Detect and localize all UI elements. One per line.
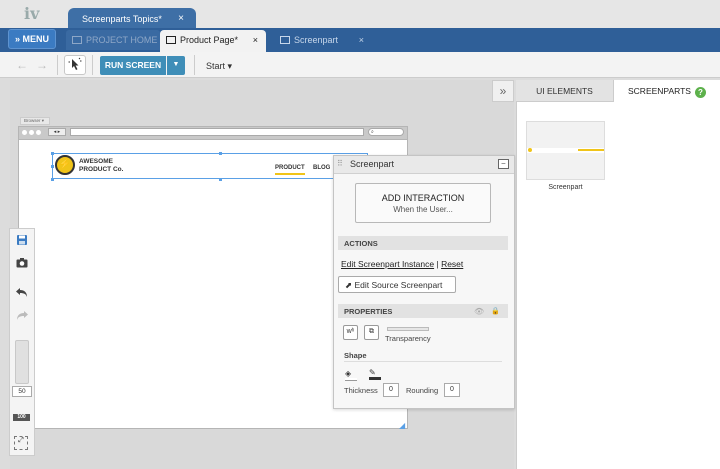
page-icon <box>166 36 176 44</box>
nav-product: PRODUCT <box>275 165 305 175</box>
close-icon[interactable]: × <box>178 13 184 24</box>
divider <box>344 361 502 362</box>
width-height-icon[interactable]: wʰ <box>343 325 358 340</box>
collapse-panel-icon[interactable]: » <box>492 80 514 102</box>
divider <box>57 55 58 75</box>
fit-to-screen-icon[interactable]: ⤢ <box>14 436 28 450</box>
browser-frame-label[interactable]: Browser ▾ <box>20 117 50 125</box>
transparency-label: Transparency <box>385 334 431 343</box>
run-screen-button[interactable]: RUN SCREEN <box>100 56 166 75</box>
reset-link[interactable]: Reset <box>441 259 463 269</box>
project-tab-label: Screenparts Topics* <box>82 14 162 24</box>
tab-project-home[interactable]: PROJECT HOME <box>66 30 160 50</box>
menu-button[interactable]: » MENU <box>8 29 56 49</box>
zoom-100-button[interactable]: 100 <box>13 414 30 421</box>
window-dot-icon <box>36 130 41 135</box>
pointer-select-icon[interactable] <box>64 55 86 75</box>
edit-source-label: Edit Source Screenpart <box>354 280 443 290</box>
thickness-label: Thickness <box>344 386 378 395</box>
thickness-input[interactable]: 0 <box>383 383 399 397</box>
panel-title: Screenpart <box>350 159 395 169</box>
help-icon[interactable]: ? <box>694 87 706 98</box>
brand-name: AWESOME <box>79 158 113 165</box>
minimize-icon[interactable]: – <box>498 159 509 169</box>
window-dot-icon <box>29 130 34 135</box>
thumbnail-label: Screenpart <box>548 184 583 191</box>
tab-screenparts-label: SCREENPARTS <box>628 86 691 96</box>
tab-screenparts[interactable]: SCREENPARTS? <box>614 80 720 102</box>
selection-handle[interactable] <box>219 152 222 155</box>
save-icon[interactable] <box>9 234 35 249</box>
back-arrow-icon[interactable]: ← <box>16 58 28 72</box>
nav-blog: BLOG <box>313 165 331 171</box>
actions-links: Edit Screenpart Instance | Reset <box>341 259 463 269</box>
rounding-label: Rounding <box>406 386 439 395</box>
stroke-color-icon[interactable]: ✎ <box>369 368 381 380</box>
thumbnail-nav-line <box>578 149 604 151</box>
divider <box>92 55 93 75</box>
redo-icon[interactable] <box>9 309 35 324</box>
run-dropdown-icon[interactable]: ▼ <box>167 56 185 75</box>
zoom-slider[interactable] <box>15 340 29 384</box>
drag-grip-icon[interactable]: ⠿ <box>337 159 343 168</box>
actions-heading: ACTIONS <box>338 236 508 250</box>
zoom-value[interactable]: 50 <box>12 386 32 397</box>
selection-handle[interactable] <box>51 178 54 181</box>
forward-arrow-icon[interactable]: → <box>36 58 48 72</box>
add-interaction-button[interactable]: ADD INTERACTION When the User... <box>355 183 491 223</box>
edit-source-button[interactable]: ⬈ Edit Source Screenpart <box>338 276 456 293</box>
bolt-logo-icon: ⚡ <box>55 155 75 175</box>
tab-label: PROJECT HOME <box>86 35 158 45</box>
tab-product-page[interactable]: Product Page* × <box>160 30 266 52</box>
thumbnail-logo-icon <box>528 148 532 152</box>
transparency-slider[interactable] <box>387 327 429 331</box>
browser-url-bar <box>70 128 364 136</box>
eye-icon[interactable]: 👁 <box>474 307 484 316</box>
layers-icon[interactable]: ⧉ <box>364 325 379 340</box>
tab-label: Screenpart <box>294 35 339 45</box>
edit-instance-link[interactable]: Edit Screenpart Instance <box>341 259 434 269</box>
link-separator: | <box>436 259 439 269</box>
rounding-input[interactable]: 0 <box>444 383 460 397</box>
browser-nav-buttons: ◂ ▸ <box>48 128 66 136</box>
folder-icon <box>72 36 82 44</box>
close-icon[interactable]: × <box>253 35 258 45</box>
tab-label: Product Page* <box>180 35 239 45</box>
fill-color-icon[interactable]: ◈ <box>345 369 357 380</box>
project-tab[interactable]: Screenparts Topics* × <box>68 8 196 30</box>
selection-handle[interactable] <box>51 165 54 168</box>
selection-handle[interactable] <box>51 152 54 155</box>
add-interaction-label: ADD INTERACTION <box>381 193 465 203</box>
window-dot-icon <box>22 130 27 135</box>
screenpart-icon <box>280 36 290 44</box>
selection-handle[interactable] <box>219 178 222 181</box>
lock-icon[interactable]: 🔒 <box>491 307 500 315</box>
start-select[interactable]: Start ▾ <box>206 61 232 72</box>
tab-screenpart[interactable]: Screenpart × <box>276 30 372 50</box>
camera-icon[interactable] <box>9 257 35 271</box>
close-icon[interactable]: × <box>359 35 364 45</box>
app-logo: iv <box>24 4 40 23</box>
undo-icon[interactable] <box>9 286 35 301</box>
tab-ui-elements[interactable]: UI ELEMENTS <box>516 80 614 102</box>
resize-handle-icon[interactable]: ◢ <box>399 421 405 430</box>
shape-label: Shape <box>344 351 367 360</box>
divider <box>194 55 195 75</box>
browser-search-icon: ⌕ <box>368 128 404 136</box>
add-interaction-sublabel: When the User... <box>393 205 453 214</box>
brand-name-line2: PRODUCT Co. <box>79 166 124 173</box>
